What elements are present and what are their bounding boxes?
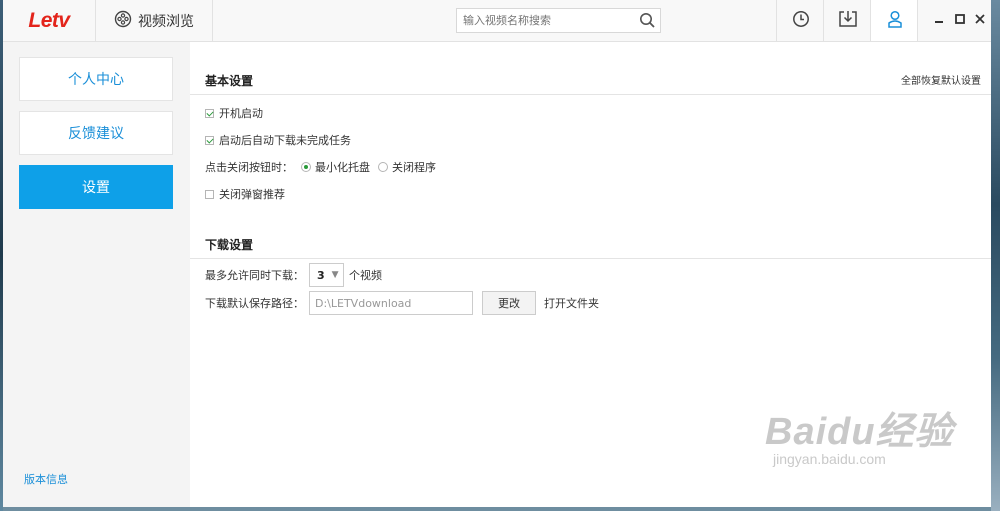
close-behavior-label: 点击关闭按钮时： [205,161,293,174]
user-center-button[interactable] [870,0,918,41]
minimize-tray-label: 最小化托盘 [315,161,370,174]
autostart-option[interactable]: 开机启动 [205,105,263,121]
download-icon [838,10,858,31]
autostart-checkbox[interactable] [205,108,214,118]
clock-icon [792,10,810,31]
film-reel-icon [114,10,132,32]
sidebar-item-profile[interactable]: 个人中心 [19,57,173,101]
open-folder-link[interactable]: 打开文件夹 [544,295,599,311]
close-button[interactable] [972,12,988,28]
maximize-button[interactable] [952,12,968,28]
minimize-button[interactable] [931,12,947,28]
desktop-background-right [991,0,1000,511]
max-downloads-unit: 个视频 [349,269,382,282]
close-behavior-row: 点击关闭按钮时： 最小化托盘 关闭程序 [205,159,436,175]
title-bar: Letv 视频浏览 [3,0,991,42]
section-divider [190,94,991,95]
download-path-input[interactable] [309,291,473,315]
download-path-label: 下载默认保存路径： [205,297,304,310]
basic-settings-title: 基本设置 [205,74,254,88]
title-divider [917,0,918,41]
dropdown-arrow-icon: ▼ [331,270,339,280]
max-downloads-row: 最多允许同时下载： 3 ▼ 个视频 [205,263,382,287]
section-divider [190,258,991,259]
autodownload-label: 启动后自动下载未完成任务 [219,134,351,147]
autodownload-option[interactable]: 启动后自动下载未完成任务 [205,132,351,148]
watermark-main: Baidu经验 [765,411,954,453]
maximize-icon [954,13,966,28]
close-icon [974,13,986,28]
popup-option[interactable]: 关闭弹窗推荐 [205,186,285,202]
max-downloads-select[interactable]: 3 ▼ [309,263,344,287]
tab-video-browse-label: 视频浏览 [138,13,194,30]
settings-panel: 基本设置 全部恢复默认设置 开机启动 启动后自动下载未完成任务 点击关闭按钮时：… [190,42,991,507]
exit-program-label: 关闭程序 [392,161,436,174]
app-window: Letv 视频浏览 输入视频名称搜索 个人中心 反馈建议 设置 版本信息 基本设… [3,0,991,507]
letv-logo[interactable]: Letv [3,0,96,41]
user-icon [886,10,904,31]
search-box [456,8,661,33]
download-path-row: 下载默认保存路径： 更改 打开文件夹 [205,291,599,315]
search-input[interactable] [457,9,633,32]
sidebar: 个人中心 反馈建议 设置 版本信息 [3,42,190,507]
download-settings-title: 下载设置 [205,238,254,252]
tab-video-browse[interactable]: 视频浏览 [96,0,213,41]
sidebar-item-feedback[interactable]: 反馈建议 [19,111,173,155]
max-downloads-value: 3 [317,268,325,282]
downloads-button[interactable] [823,0,871,41]
minimize-tray-radio[interactable] [301,162,311,172]
sidebar-item-settings[interactable]: 设置 [19,165,173,209]
popup-label: 关闭弹窗推荐 [219,188,285,201]
popup-checkbox[interactable] [205,189,214,199]
autostart-label: 开机启动 [219,107,263,120]
version-info-link[interactable]: 版本信息 [24,471,68,487]
history-button[interactable] [776,0,824,41]
exit-program-radio[interactable] [378,162,388,172]
search-icon[interactable] [639,12,656,32]
restore-defaults-link[interactable]: 全部恢复默认设置 [901,72,981,87]
change-path-button[interactable]: 更改 [482,291,536,315]
max-downloads-label: 最多允许同时下载： [205,269,304,282]
autodownload-checkbox[interactable] [205,135,214,145]
baidu-watermark: Baidu经验 jingyan.baidu.com [765,400,954,467]
minimize-icon [933,13,945,28]
